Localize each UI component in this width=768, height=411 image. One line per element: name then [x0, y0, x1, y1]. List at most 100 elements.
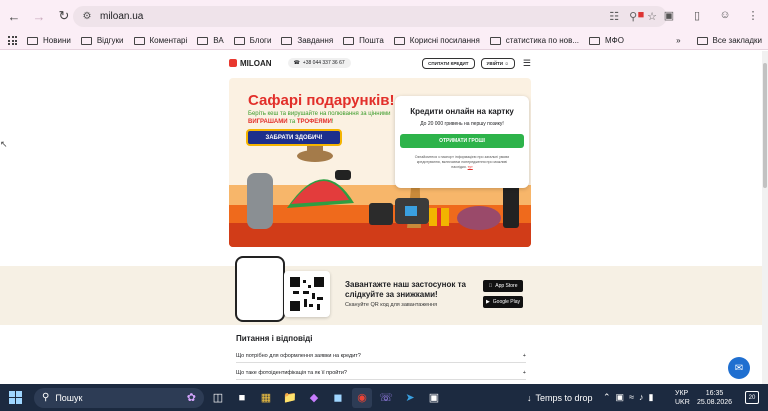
binoculars-image	[335, 170, 351, 180]
folder-icon	[489, 36, 501, 45]
desktop-icon[interactable]: ■	[232, 388, 252, 408]
backpack-image	[247, 173, 273, 229]
task-view-icon[interactable]: ◫	[208, 388, 228, 408]
mouse-cursor-icon: ↖	[0, 139, 8, 149]
folder-icon	[197, 36, 209, 45]
more-bookmarks-chevron-icon[interactable]: »	[676, 36, 680, 45]
app-icon[interactable]: ▣	[424, 388, 444, 408]
folder-icon	[27, 36, 38, 45]
promo-title: Сафарі подарунків!	[248, 92, 395, 109]
bookmark-folder[interactable]: Пошта	[343, 36, 384, 45]
bookmark-folder[interactable]: Коментарі	[133, 36, 188, 45]
clock[interactable]: 16:35 25.08.2026	[697, 389, 732, 407]
telegram-icon[interactable]: ➤	[400, 388, 420, 408]
viber-icon[interactable]: ☏	[376, 388, 396, 408]
logo-text: MILOAN	[240, 58, 272, 68]
all-bookmarks[interactable]: Все закладки	[696, 36, 762, 45]
loan-card-disclaimer: Ознайомтеся з паспорт інформацією про за…	[414, 155, 510, 169]
notification-badge[interactable]: 20	[745, 391, 759, 404]
search-label: Пошук	[55, 392, 83, 403]
bookmark-label: Новини	[43, 36, 71, 45]
get-money-button[interactable]: ОТРИМАТИ ГРОШІ	[400, 134, 524, 148]
bookmark-folder[interactable]: статистика по нов...	[489, 36, 579, 45]
user-icon: ☺	[504, 60, 509, 66]
hamburger-menu-icon[interactable]: ☰	[523, 58, 531, 69]
chat-widget-icon[interactable]: ✉	[728, 357, 750, 379]
folder-icon	[393, 36, 405, 45]
taskbar-search[interactable]: ⚲ Пошук ✿	[34, 387, 204, 408]
expand-plus-icon[interactable]: +	[523, 370, 526, 376]
login-button[interactable]: УВІЙТИ ☺	[480, 57, 515, 69]
browser-toolbar: ← → ↻ ⚙ miloan.ua ☷ ⚲ ☆ ■ ▣ ▯ ☺ ⋮	[0, 0, 768, 32]
copilot-icon[interactable]: ◆	[304, 388, 324, 408]
forward-button[interactable]: →	[28, 5, 50, 27]
folder-icon	[80, 36, 92, 45]
search-highlight-icon: ✿	[186, 392, 196, 404]
google-play-button[interactable]: ▶ Google Play	[483, 296, 523, 308]
scrollbar-thumb[interactable]	[763, 63, 767, 188]
loan-card-subtitle: До 20 000 гривень на першу позику!	[420, 121, 504, 127]
expand-plus-icon[interactable]: +	[523, 353, 526, 359]
address-bar[interactable]: ⚙ miloan.ua ☷ ⚲ ☆	[73, 6, 667, 27]
tray-app-icon[interactable]: ▣	[616, 392, 625, 403]
all-bookmarks-label: Все закладки	[712, 36, 762, 45]
app-icon[interactable]: ◼	[328, 388, 348, 408]
menu-icon[interactable]: ⋮	[746, 8, 760, 22]
volume-icon[interactable]: ♪	[639, 392, 644, 403]
chrome-icon[interactable]: ◉	[352, 387, 372, 408]
bookmark-label: Відгуки	[96, 36, 124, 45]
language-indicator[interactable]: УКР UKR	[675, 389, 690, 407]
apps-grid-icon[interactable]	[8, 36, 17, 45]
start-button[interactable]	[4, 387, 26, 409]
bookmark-folder[interactable]: Корисні посилання	[393, 36, 480, 45]
windows-taskbar: ⚲ Пошук ✿ ◫ ■ ▦ 📁 ◆ ◼ ◉ ☏ ➤ ▣ ↓ Temps to dr…	[0, 384, 768, 411]
disclaimer-link[interactable]: тут	[468, 165, 473, 169]
profile-icon[interactable]: ☺	[718, 8, 732, 22]
sidebar-icon[interactable]: ▯	[690, 8, 704, 22]
hippo-image	[457, 206, 501, 230]
claim-prize-button[interactable]: ЗАБРАТИ ЗДОБИЧ!	[246, 129, 342, 146]
bookmark-folder[interactable]: Завдання	[281, 36, 333, 45]
bookmark-folder[interactable]: ВА	[197, 36, 224, 45]
faq-title: Питання і відповіді	[236, 334, 313, 343]
qr-code-image[interactable]	[284, 271, 330, 317]
bookmark-folder[interactable]: МФО	[589, 36, 624, 45]
bookmark-label: Блоги	[249, 36, 272, 45]
bookmark-label: Коментарі	[149, 36, 188, 45]
app-store-label: App Store	[493, 283, 517, 289]
faq-item[interactable]: Що потрібно для оформлення заявки на кре…	[236, 350, 526, 363]
tray-chevron-icon[interactable]: ⌃	[603, 392, 611, 403]
bookmark-folder[interactable]: Блоги	[233, 36, 272, 45]
wifi-icon[interactable]: ≈	[629, 392, 634, 403]
url-text: miloan.ua	[100, 11, 144, 22]
app-store-button[interactable]: App Store	[483, 280, 523, 292]
back-button[interactable]: ←	[3, 5, 25, 27]
translate-icon[interactable]: ☷	[609, 10, 619, 23]
battery-icon[interactable]: ▮	[649, 392, 654, 403]
loan-card-title: Кредити онлайн на картку	[410, 107, 514, 116]
weather-widget[interactable]: ↓ Temps to drop	[527, 393, 593, 403]
calculator-icon[interactable]: ▦	[256, 388, 276, 408]
extensions-icon[interactable]: ▣	[662, 8, 676, 22]
site-logo[interactable]: MILOAN	[229, 59, 272, 68]
promo-banner: Сафарі подарунків! Беріть кеш та вирушай…	[229, 78, 531, 247]
file-explorer-icon[interactable]: 📁	[280, 388, 300, 408]
reload-button[interactable]: ↻	[53, 5, 75, 27]
ask-credit-button[interactable]: СПИТАТИ КРЕДИТ	[422, 57, 475, 69]
bookmark-label: МФО	[605, 36, 624, 45]
site-info-icon[interactable]: ⚙	[80, 10, 94, 24]
camera-image	[369, 203, 393, 225]
phone-button[interactable]: ☎ +38 044 337 36 67	[287, 58, 351, 68]
phone-icon: ☎	[293, 60, 300, 66]
promo-subtitle: Беріть кеш та вирушайте на полювання за …	[248, 111, 391, 125]
bookmark-folder[interactable]: Новини	[27, 36, 71, 45]
folder-icon	[233, 36, 245, 45]
bookmark-label: Корисні посилання	[409, 36, 480, 45]
extension-colorful-icon[interactable]: ■	[634, 8, 648, 22]
phone-number: +38 044 337 36 67	[302, 60, 345, 66]
logo-mark-icon	[229, 59, 237, 67]
bookmark-folder[interactable]: Відгуки	[80, 36, 124, 45]
bookmark-label: Пошта	[359, 36, 384, 45]
faq-item[interactable]: Що таке фотоідентифікація та як її пройт…	[236, 367, 526, 380]
bookmark-label: Завдання	[297, 36, 334, 45]
